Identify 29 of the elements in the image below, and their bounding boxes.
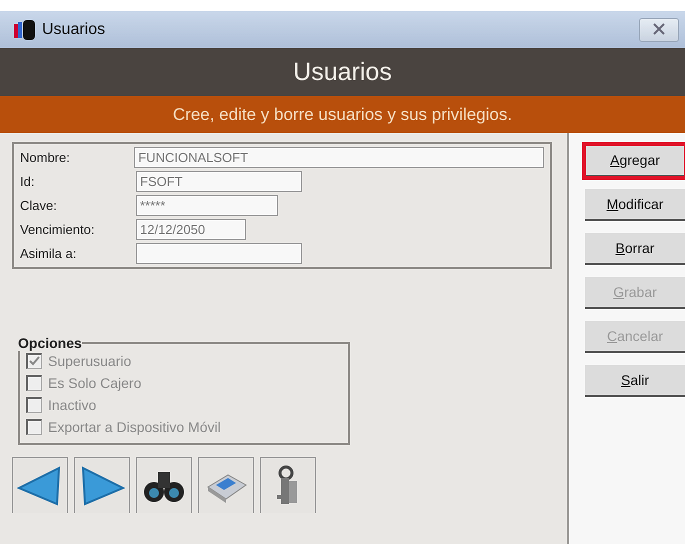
close-icon (653, 22, 665, 34)
field-label: Id: (20, 174, 36, 189)
left-arrow-icon (17, 466, 63, 506)
action-button[interactable]: Agregar (585, 145, 685, 177)
input-field[interactable]: FUNCIONALSOFT (134, 147, 544, 168)
window-title: Usuarios (42, 20, 106, 38)
input-field[interactable]: 12/12/2050 (136, 219, 246, 240)
field-label: Nombre: (20, 150, 71, 165)
checkbox-label: Es Solo Cajero (48, 375, 142, 391)
input-field[interactable] (136, 243, 302, 264)
header-title: Usuarios (0, 48, 685, 96)
toolbar-button[interactable] (136, 457, 192, 513)
checkbox-label: Exportar a Dispositivo Móvil (48, 419, 221, 435)
checkbox-label: Inactivo (48, 397, 96, 413)
field-label: Asimila a: (20, 246, 78, 261)
field-label: Clave: (20, 198, 58, 213)
action-button[interactable]: Modificar (585, 189, 685, 221)
input-field[interactable]: FSOFT (136, 171, 302, 192)
app-icon (14, 20, 36, 40)
input-field[interactable]: ***** (136, 195, 278, 216)
group-title: Opciones (18, 335, 82, 351)
field-label: Vencimiento: (20, 222, 96, 237)
action-button[interactable]: Borrar (585, 233, 685, 265)
header-subtitle: Cree, edite y borre usuarios y sus privilegios. (0, 96, 685, 133)
close-button[interactable] (639, 18, 679, 42)
action-button[interactable]: Salir (585, 365, 685, 397)
toolbar-button[interactable] (260, 457, 316, 513)
right-arrow-icon (79, 466, 125, 506)
checkbox-label: Superusuario (48, 353, 132, 369)
